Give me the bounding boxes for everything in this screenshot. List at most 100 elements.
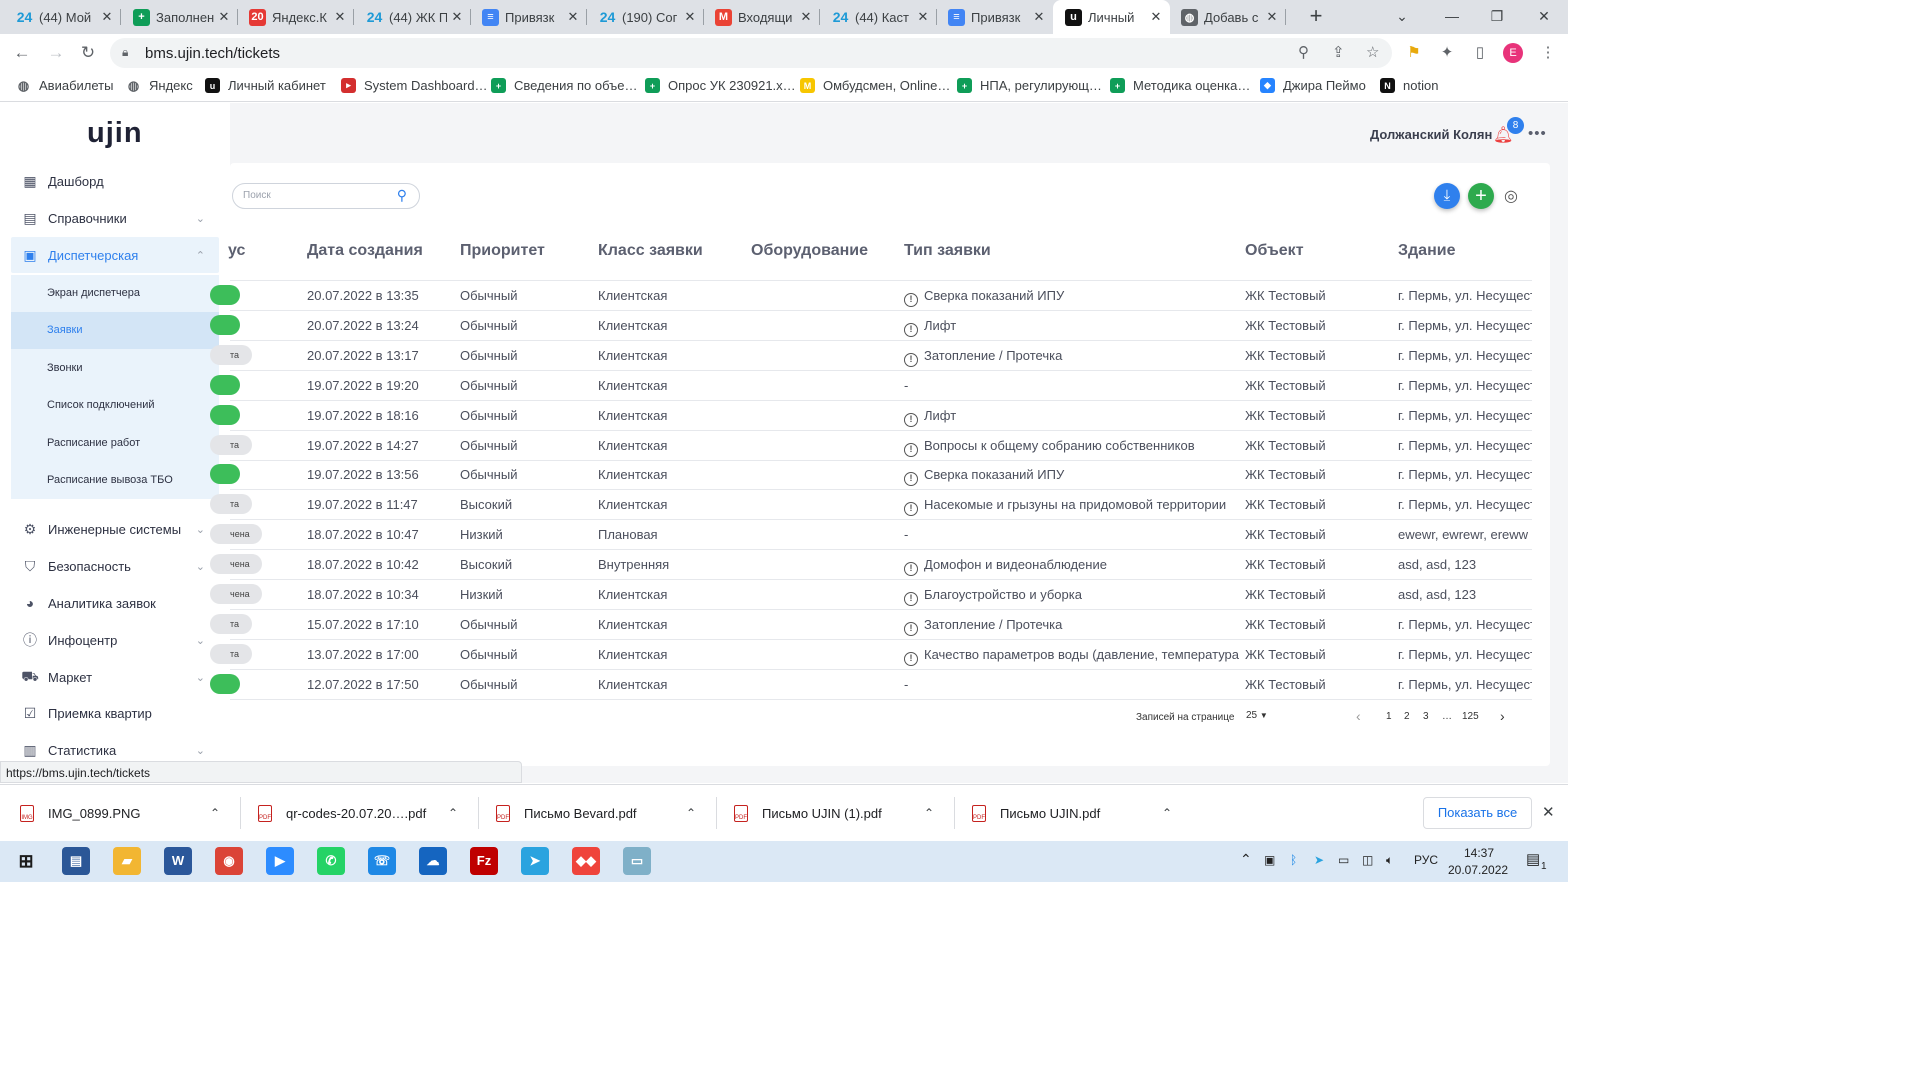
chevron-up-icon[interactable]: ⌃ [924,806,934,820]
download-item[interactable]: PDF Письмо UJIN (1).pdf ⌃ [734,785,952,841]
sidebar-item[interactable]: ▣ Диспетчерская ⌃ [11,237,219,273]
download-icon[interactable]: ⤓ [1434,183,1460,209]
browser-tab[interactable]: ≡ Привязк ✕ [936,0,1053,34]
wifi-icon[interactable]: ◫ [1362,853,1373,867]
browser-tab[interactable]: 24 (190) Сог ✕ [587,0,704,34]
zoom-icon[interactable]: ▶ [266,847,294,875]
per-page-select[interactable]: 25 ▼ [1246,710,1268,721]
chevron-up-icon[interactable]: ⌃ [210,806,220,820]
page-link[interactable]: 3 [1423,711,1429,722]
minimize-button[interactable]: — [1430,0,1474,32]
ujin-logo[interactable]: ujin [87,117,143,150]
whatsapp-icon[interactable]: ✆ [317,847,345,875]
bluetooth-icon[interactable]: ᛒ [1290,853,1297,867]
submenu-item[interactable]: Заявки [11,312,219,350]
phone-icon[interactable]: ☏ [368,847,396,875]
download-item[interactable]: IMG IMG_0899.PNG ⌃ [20,785,238,841]
bookmark-item[interactable]: ◆ Джира Пеймо [1260,78,1366,93]
table-row[interactable]: 12.07.2022 в 17:50 Обычный Клиентская - ЖК Т… [210,670,1532,700]
download-item[interactable]: PDF qr-codes-20.07.20….pdf ⌃ [258,785,476,841]
tray-network-icon[interactable]: ▣ [1264,853,1275,867]
action-center-icon[interactable]: ▤ [1526,850,1540,868]
chevron-up-icon[interactable]: ⌃ [448,806,458,820]
table-row[interactable]: та 19.07.2022 в 14:27 Обычный Клиентская! Во… [210,431,1532,461]
browser-tab[interactable]: 24 (44) ЖК П ✕ [354,0,471,34]
submenu-item[interactable]: Звонки [11,350,219,387]
telegram-tray-icon[interactable]: ➤ [1314,853,1324,867]
hide-columns-eye-icon[interactable]: ◎ [1504,186,1518,206]
browser-tab[interactable]: 24 (44) Каст ✕ [820,0,937,34]
forward-arrow-icon[interactable]: → [43,40,69,66]
submenu-item[interactable]: Список подключений [11,387,219,424]
browser-tab[interactable]: 20 Яндекс.К ✕ [237,0,354,34]
submenu-item[interactable]: Расписание вывоза ТБО [11,462,219,499]
bookmark-item[interactable]: + Опрос УК 230921.х… [645,78,796,93]
bookmark-item[interactable]: ▸ System Dashboard… [341,78,488,93]
language-indicator[interactable]: РУС [1414,853,1438,867]
tab-close-icon[interactable]: ✕ [101,9,113,25]
extension-flag-icon[interactable]: ⚑ [1404,43,1424,63]
next-page-icon[interactable]: › [1500,708,1505,724]
browser-tab[interactable]: + Заполнен ✕ [121,0,238,34]
side-panel-icon[interactable]: ▯ [1470,43,1490,63]
browser-tab[interactable]: u Личный ✕ [1053,0,1170,34]
tab-close-icon[interactable]: ✕ [684,9,696,25]
table-row[interactable]: 19.07.2022 в 18:16 Обычный Клиентская! Лифт… [210,401,1532,431]
bookmark-item[interactable]: ◍ Яндекс [126,78,193,94]
back-arrow-icon[interactable]: ← [9,40,35,66]
close-downloads-icon[interactable]: ✕ [1542,803,1555,821]
share-icon[interactable]: ⇪ [1332,43,1345,61]
tab-close-icon[interactable]: ✕ [451,9,463,25]
page-link[interactable]: 1 [1386,711,1392,722]
clock-date[interactable]: 20.07.2022 [1448,863,1508,877]
tab-close-icon[interactable]: ✕ [1266,9,1278,25]
extensions-puzzle-icon[interactable]: ✦ [1437,43,1457,63]
add-ticket-button[interactable]: + [1468,183,1494,209]
new-tab-button[interactable]: + [1304,4,1328,28]
table-row[interactable]: та 13.07.2022 в 17:00 Обычный Клиентская! Ка… [210,640,1532,670]
download-item[interactable]: PDF Письмо Bevard.pdf ⌃ [496,785,714,841]
word-icon[interactable]: W [164,847,192,875]
table-row[interactable]: чена 18.07.2022 в 10:34 Низкий Клиентская! Б… [210,580,1532,610]
column-header[interactable]: Объект [1245,242,1304,260]
bookmark-star-icon[interactable]: ☆ [1366,43,1379,61]
table-row[interactable]: 19.07.2022 в 13:56 Обычный Клиентская! Свер… [210,460,1532,491]
tab-close-icon[interactable]: ✕ [567,9,579,25]
column-header[interactable]: Тип заявки [904,242,991,260]
tray-chevron-icon[interactable]: ⌃ [1240,851,1252,868]
column-header[interactable]: Приоритет [460,242,545,260]
browser-tab[interactable]: M Входящи ✕ [703,0,820,34]
column-header[interactable]: Дата создания [307,242,423,260]
user-name[interactable]: Должанский Колян [1370,127,1492,142]
browser-tab[interactable]: 24 (44) Мой ✕ [4,0,121,34]
table-row[interactable]: та 15.07.2022 в 17:10 Обычный Клиентская! За… [210,610,1532,640]
download-item[interactable]: PDF Письмо UJIN.pdf ⌃ [972,785,1190,841]
zoom-icon[interactable]: ⚲ [1298,43,1309,61]
search-icon[interactable]: ⚲ [397,187,407,204]
sidebar-item[interactable]: ▦ Дашборд [11,163,219,199]
bookmark-item[interactable]: Nnotion [1380,78,1438,93]
maximize-button[interactable]: ❐ [1475,0,1519,32]
sidebar-item[interactable]: ▤ Справочники ⌄ [11,200,219,236]
page-link[interactable]: 125 [1462,711,1479,722]
sidebar-item[interactable]: ⚙ Инженерные системы ⌄ [11,511,219,547]
table-row[interactable]: та 20.07.2022 в 13:17 Обычный Клиентская! За… [210,341,1532,371]
sidebar-item[interactable]: ⛟ Маркет ⌄ [11,659,219,695]
tab-close-icon[interactable]: ✕ [800,9,812,25]
close-window-button[interactable]: ✕ [1522,0,1566,32]
more-menu-icon[interactable]: ••• [1528,125,1547,142]
sidebar-item[interactable]: ⛉ Безопасность ⌄ [11,548,219,584]
browser-menu-icon[interactable]: ⋮ [1538,43,1558,63]
tab-close-icon[interactable]: ✕ [218,9,230,25]
tab-close-icon[interactable]: ✕ [917,9,929,25]
explorer-folder-icon[interactable]: ▰ [113,847,141,875]
column-header[interactable]: Класс заявки [598,242,703,260]
file-manager-icon[interactable]: ▤ [62,847,90,875]
table-row[interactable]: 20.07.2022 в 13:35 Обычный Клиентская! Свер… [210,281,1532,311]
tab-search-icon[interactable]: ⌄ [1380,0,1424,32]
page-link[interactable]: 2 [1404,711,1410,722]
column-header[interactable]: Оборудование [751,242,868,260]
tab-close-icon[interactable]: ✕ [1150,9,1162,25]
bookmark-item[interactable]: + НПА, регулирующ… [957,78,1102,93]
table-row[interactable]: та 19.07.2022 в 11:47 Высокий Клиентская! На… [210,490,1532,521]
